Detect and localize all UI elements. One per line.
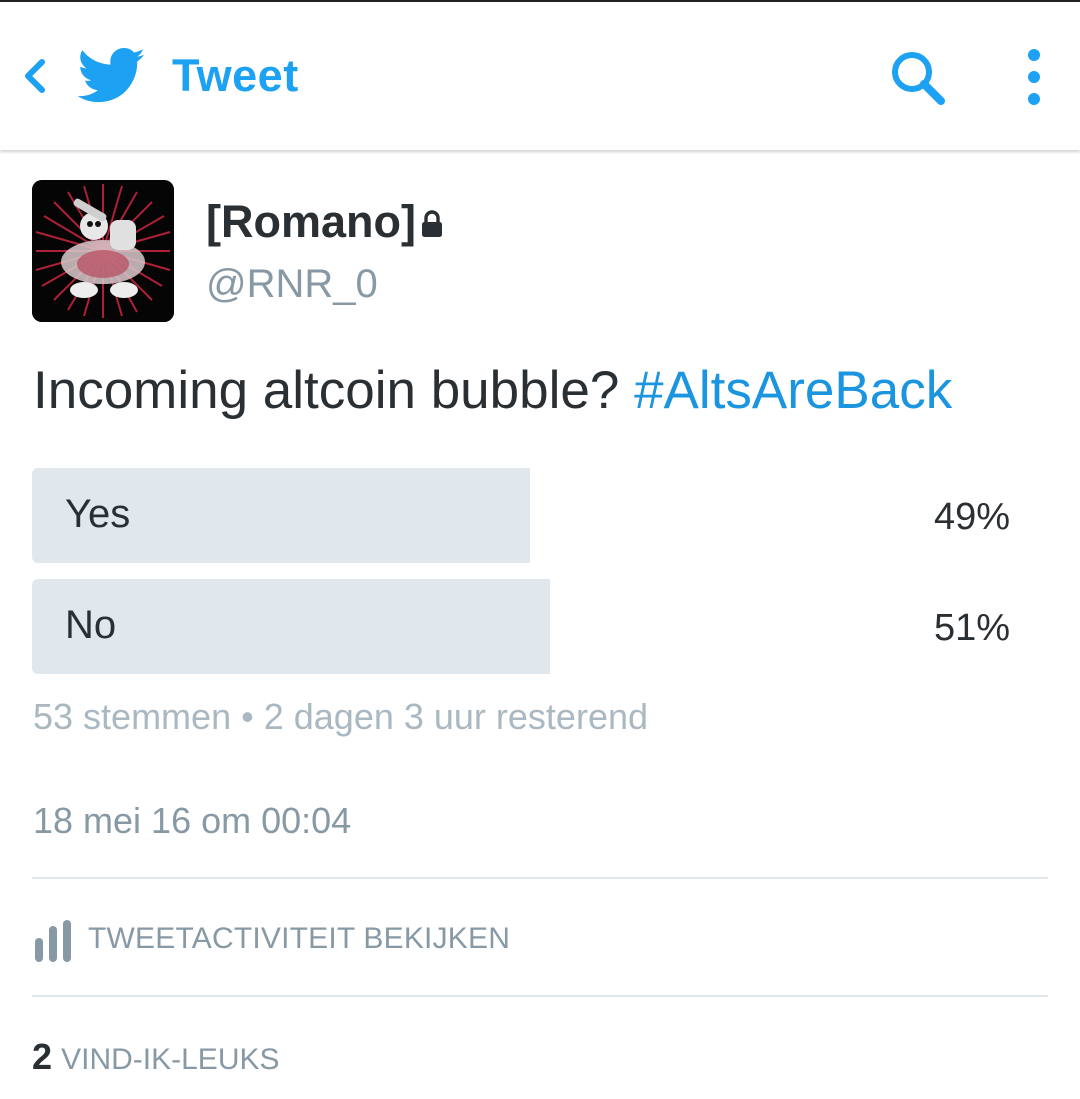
poll-meta: 53 stemmen • 2 dagen 3 uur resterend — [33, 696, 648, 738]
poll-option-no: No 51% — [32, 579, 1048, 674]
lock-icon — [420, 210, 444, 238]
divider — [32, 995, 1048, 997]
poll-option-label: No — [65, 603, 117, 647]
chevron-left-icon — [25, 59, 45, 93]
likes-stat[interactable]: 2 VIND-IK-LEUKS — [32, 1036, 280, 1078]
overflow-menu-button[interactable] — [1012, 44, 1056, 110]
search-icon — [892, 52, 945, 105]
author-display-name[interactable]: [Romano] — [206, 196, 416, 248]
poll-option-label: Yes — [65, 492, 131, 536]
hashtag-link[interactable]: #AltsAreBack — [634, 361, 952, 420]
divider — [32, 877, 1048, 879]
avatar-image — [32, 180, 174, 322]
author-handle: @RNR_0 — [206, 262, 378, 306]
twitter-bird-icon — [77, 46, 146, 106]
back-button[interactable] — [14, 54, 58, 98]
poll-time-remaining: 2 dagen 3 uur resterend — [263, 696, 649, 737]
poll-option-percent: 51% — [933, 607, 1010, 649]
tweet-body: Incoming altcoin bubble? — [33, 361, 620, 420]
poll-vote-count: 53 stemmen — [33, 696, 232, 737]
tweet-activity-button[interactable]: TWEETACTIVITEIT BEKIJKEN — [32, 880, 1048, 994]
likes-count: 2 — [32, 1036, 53, 1077]
app-bar: Tweet — [0, 0, 1080, 150]
poll-meta-separator: • — [241, 696, 254, 737]
likes-label: VIND-IK-LEUKS — [61, 1043, 280, 1076]
tweet-timestamp: 18 mei 16 om 00:04 — [33, 800, 352, 841]
avatar[interactable] — [32, 180, 174, 322]
app-title: Tweet — [172, 50, 299, 101]
poll-option-yes: Yes 49% — [32, 468, 1048, 563]
tweet-activity-label: TWEETACTIVITEIT BEKIJKEN — [88, 922, 511, 955]
search-button[interactable] — [886, 46, 950, 110]
poll-option-percent: 49% — [933, 496, 1010, 538]
bar-chart-icon — [34, 920, 74, 962]
more-vertical-icon — [1028, 49, 1040, 105]
tweet-text: Incoming altcoin bubble? #AltsAreBack — [33, 360, 952, 421]
